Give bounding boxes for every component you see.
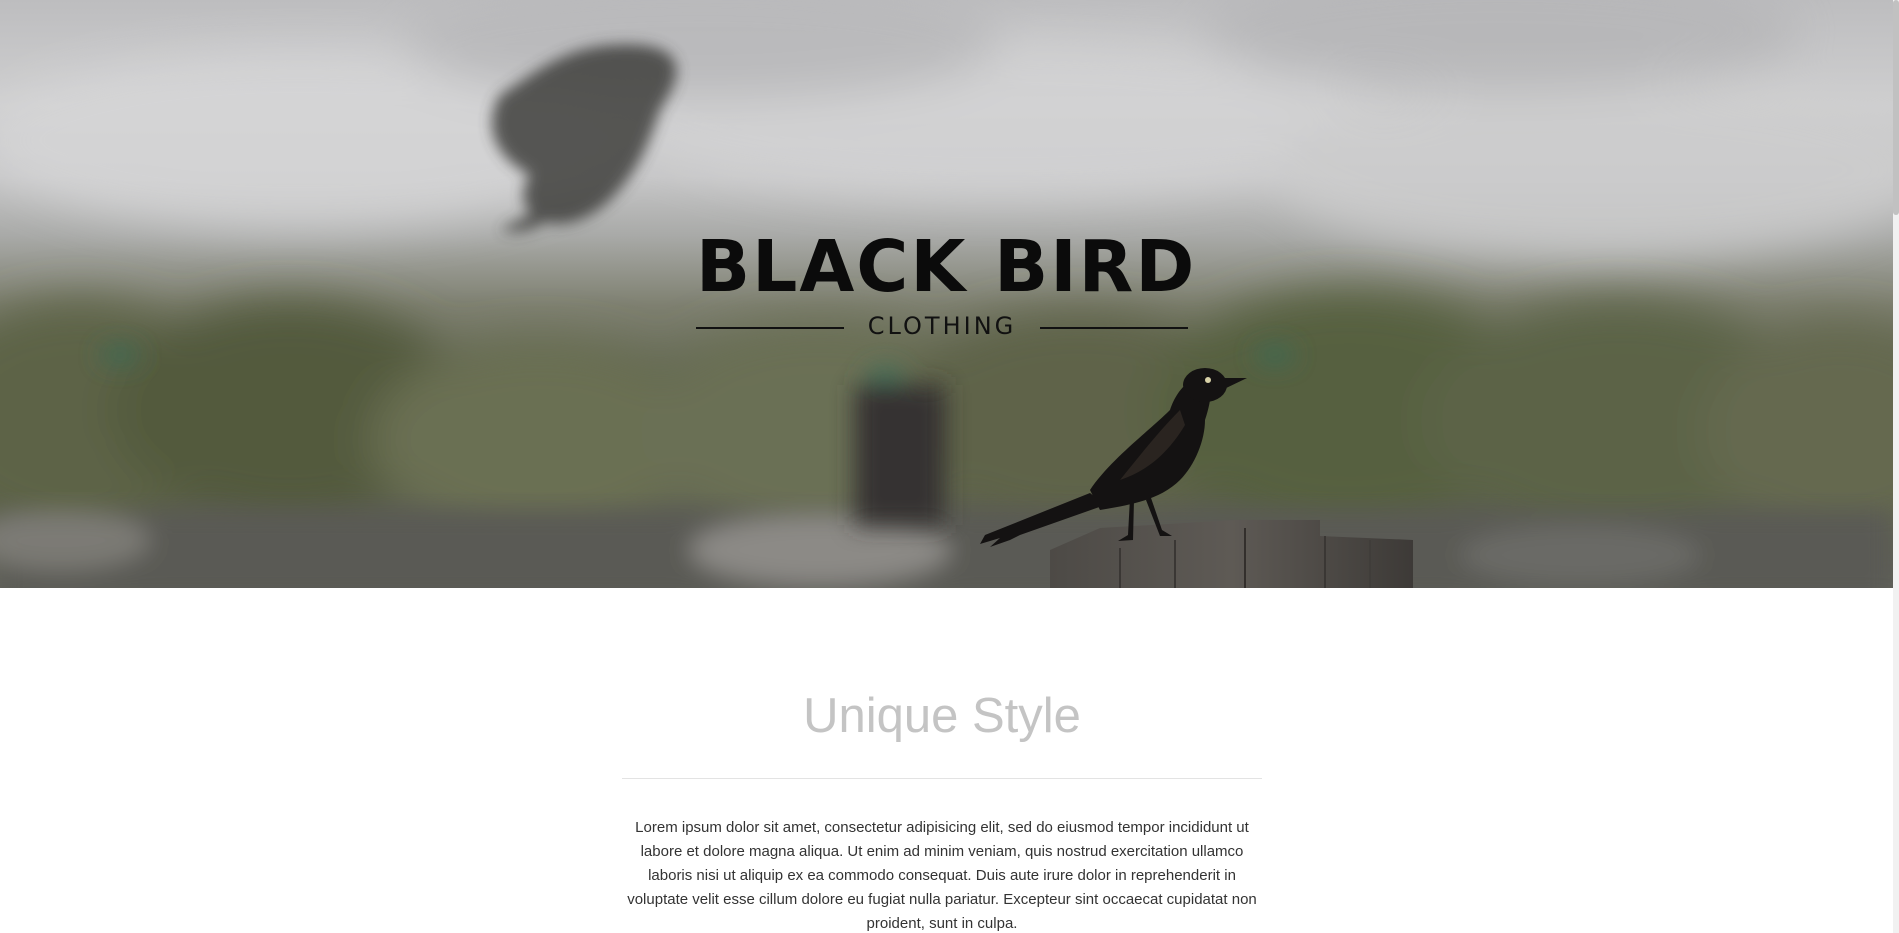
brand-title: BLACK BIRD: [696, 225, 1197, 308]
brand-subtitle: CLOTHING: [867, 312, 1017, 340]
section-divider: [622, 778, 1262, 779]
page-scrollbar[interactable]: [1893, 0, 1899, 933]
section-body: Lorem ipsum dolor sit amet, consectetur …: [627, 819, 1257, 932]
hero-banner: BLACK BIRD CLOTHING: [0, 0, 1893, 588]
section-title: Unique Style: [803, 689, 1081, 743]
brand-logo: BLACK BIRD: [696, 225, 1197, 308]
intro-section: Unique Style Lorem ipsum dolor sit amet,…: [0, 588, 1893, 933]
scrollbar-thumb[interactable]: [1893, 0, 1899, 215]
logo-rule-right: [1040, 327, 1188, 329]
logo-rule-left: [696, 327, 844, 329]
page: BLACK BIRD CLOTHING Unique Style Lorem i…: [0, 0, 1899, 933]
